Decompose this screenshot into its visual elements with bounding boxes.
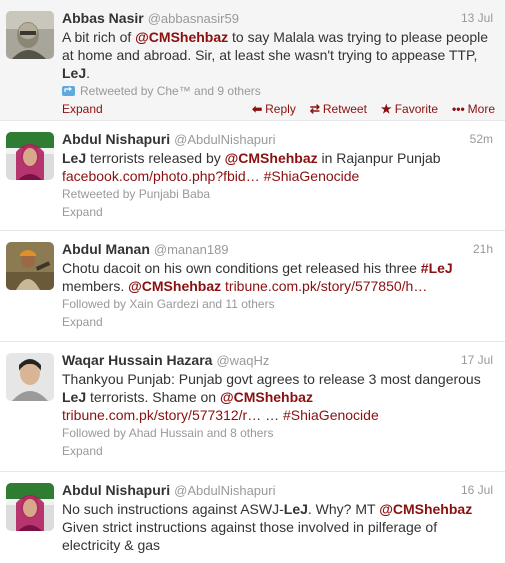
author-handle[interactable]: @abbasnasir59	[148, 11, 239, 26]
author-name[interactable]: Abbas Nasir	[62, 10, 144, 26]
avatar[interactable]	[6, 242, 54, 290]
bold-term: LeJ	[62, 389, 87, 405]
tweet-text: Chotu dacoit on his own conditions get r…	[62, 260, 453, 294]
reply-label: Reply	[265, 102, 296, 116]
mention-link[interactable]: @CMShehbaz	[225, 150, 318, 166]
avatar[interactable]	[6, 353, 54, 401]
social-context-text[interactable]: Followed by Ahad Hussain and 8 others	[62, 426, 273, 440]
inline-link[interactable]: facebook.com/photo.php?fbid…	[62, 168, 260, 184]
tweet-text: Thankyou Punjab: Punjab govt agrees to r…	[62, 371, 481, 423]
ellipsis-icon: •••	[452, 102, 465, 116]
retweet-context: Retweeted by Che™ and 9 others	[62, 83, 495, 100]
retweet-context-text[interactable]: Retweeted by Che™ and 9 others	[80, 84, 261, 98]
bold-term: LeJ	[62, 150, 87, 166]
avatar[interactable]	[6, 11, 54, 59]
mention-link[interactable]: @CMShehbaz	[135, 29, 228, 45]
author-name[interactable]: Abdul Nishapuri	[62, 131, 170, 147]
favorite-button[interactable]: ★ Favorite	[381, 102, 438, 116]
retweet-badge-icon	[62, 84, 75, 96]
avatar[interactable]	[6, 483, 54, 531]
avatar-image	[6, 483, 54, 531]
tweet-timeline: Abbas Nasir @abbasnasir59 13 Jul A bit ri…	[0, 0, 505, 563]
expand-link[interactable]: Expand	[62, 444, 103, 458]
inline-link[interactable]: #ShiaGenocide	[264, 168, 360, 184]
mention-link[interactable]: @CMShehbaz	[128, 278, 221, 294]
mention-link[interactable]: @CMShehbaz	[379, 501, 472, 517]
more-button[interactable]: ••• More	[452, 102, 495, 116]
inline-link[interactable]: tribune.com.pk/story/577850/h…	[225, 278, 427, 294]
tweet[interactable]: Abdul Manan @manan189 21h Chotu dacoit on…	[0, 231, 505, 342]
retweet-button[interactable]: ⇄ Retweet	[310, 102, 367, 116]
tweet-text: LeJ terrorists released by @CMShehbaz in…	[62, 150, 441, 184]
expand-link[interactable]: Expand	[62, 205, 103, 219]
retweet-context: Retweeted by Punjabi Baba	[62, 186, 495, 203]
inline-link[interactable]: tribune.com.pk/story/577312/r…	[62, 407, 261, 423]
mention-link[interactable]: #LeJ	[421, 260, 453, 276]
author-handle[interactable]: @waqHz	[216, 353, 269, 368]
author-handle[interactable]: @AbdulNishapuri	[174, 132, 275, 147]
inline-link[interactable]: #ShiaGenocide	[283, 407, 379, 423]
retweet-icon: ⇄	[309, 102, 320, 116]
tweet-text: No such instructions against ASWJ-LeJ. W…	[62, 501, 473, 553]
timestamp[interactable]: 16 Jul	[461, 481, 493, 499]
tweet-text: A bit rich of @CMShehbaz to say Malala w…	[62, 29, 489, 81]
tweet[interactable]: Abbas Nasir @abbasnasir59 13 Jul A bit ri…	[0, 0, 505, 121]
timestamp[interactable]: 52m	[470, 130, 493, 148]
mention-link[interactable]: @CMShehbaz	[220, 389, 313, 405]
author-name[interactable]: Abdul Manan	[62, 241, 150, 257]
author-name[interactable]: Waqar Hussain Hazara	[62, 352, 212, 368]
social-context: Followed by Xain Gardezi and 11 others	[62, 296, 495, 313]
tweet[interactable]: Waqar Hussain Hazara @waqHz 17 Jul Thanky…	[0, 342, 505, 472]
star-icon: ★	[380, 102, 392, 116]
more-label: More	[467, 102, 495, 116]
retweet-label: Retweet	[322, 102, 367, 116]
avatar[interactable]	[6, 132, 54, 180]
timestamp[interactable]: 21h	[473, 240, 493, 258]
author-handle[interactable]: @AbdulNishapuri	[174, 483, 275, 498]
author-handle[interactable]: @manan189	[154, 242, 229, 257]
bold-term: LeJ	[62, 65, 87, 81]
avatar-image	[6, 353, 54, 401]
author-name[interactable]: Abdul Nishapuri	[62, 482, 170, 498]
avatar-image	[6, 242, 54, 290]
favorite-label: Favorite	[394, 102, 439, 116]
expand-link[interactable]: Expand	[62, 102, 103, 116]
reply-button[interactable]: ⬅ Reply	[252, 102, 296, 116]
avatar-image	[6, 11, 54, 59]
reply-arrow-icon: ⬅	[252, 102, 263, 116]
tweet-actions: ⬅ Reply ⇄ Retweet ★ Favorite ••• More	[238, 100, 495, 118]
retweet-context-text[interactable]: Retweeted by Punjabi Baba	[62, 187, 210, 201]
timestamp[interactable]: 17 Jul	[461, 351, 493, 369]
expand-link[interactable]: Expand	[62, 315, 103, 329]
social-context: Followed by Ahad Hussain and 8 others	[62, 425, 495, 442]
timestamp[interactable]: 13 Jul	[461, 9, 493, 27]
tweet[interactable]: Abdul Nishapuri @AbdulNishapuri 16 Jul No…	[0, 472, 505, 563]
tweet[interactable]: Abdul Nishapuri @AbdulNishapuri 52m LeJ t…	[0, 121, 505, 231]
social-context-text[interactable]: Followed by Xain Gardezi and 11 others	[62, 297, 275, 311]
bold-term: LeJ	[283, 501, 308, 517]
avatar-image	[6, 132, 54, 180]
